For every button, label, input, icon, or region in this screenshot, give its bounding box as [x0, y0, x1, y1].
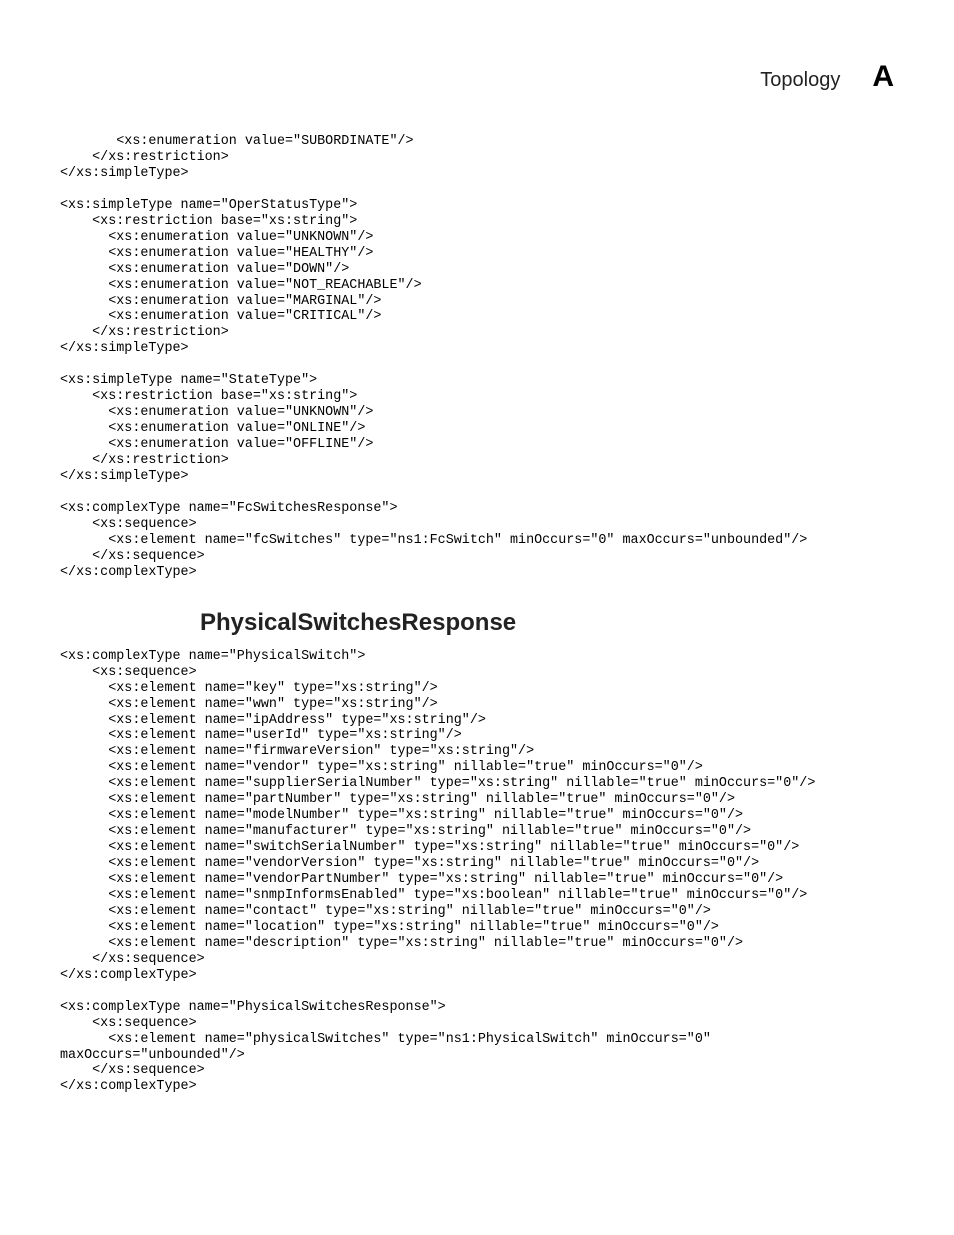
xml-schema-block-1: <xs:enumeration value="SUBORDINATE"/> </…: [60, 134, 894, 581]
page-header: Topology A: [60, 60, 894, 94]
xml-schema-block-2: <xs:complexType name="PhysicalSwitch"> <…: [60, 649, 894, 1096]
section-heading: PhysicalSwitchesResponse: [200, 609, 894, 637]
header-section-letter: A: [872, 60, 894, 94]
header-title: Topology: [760, 69, 840, 92]
